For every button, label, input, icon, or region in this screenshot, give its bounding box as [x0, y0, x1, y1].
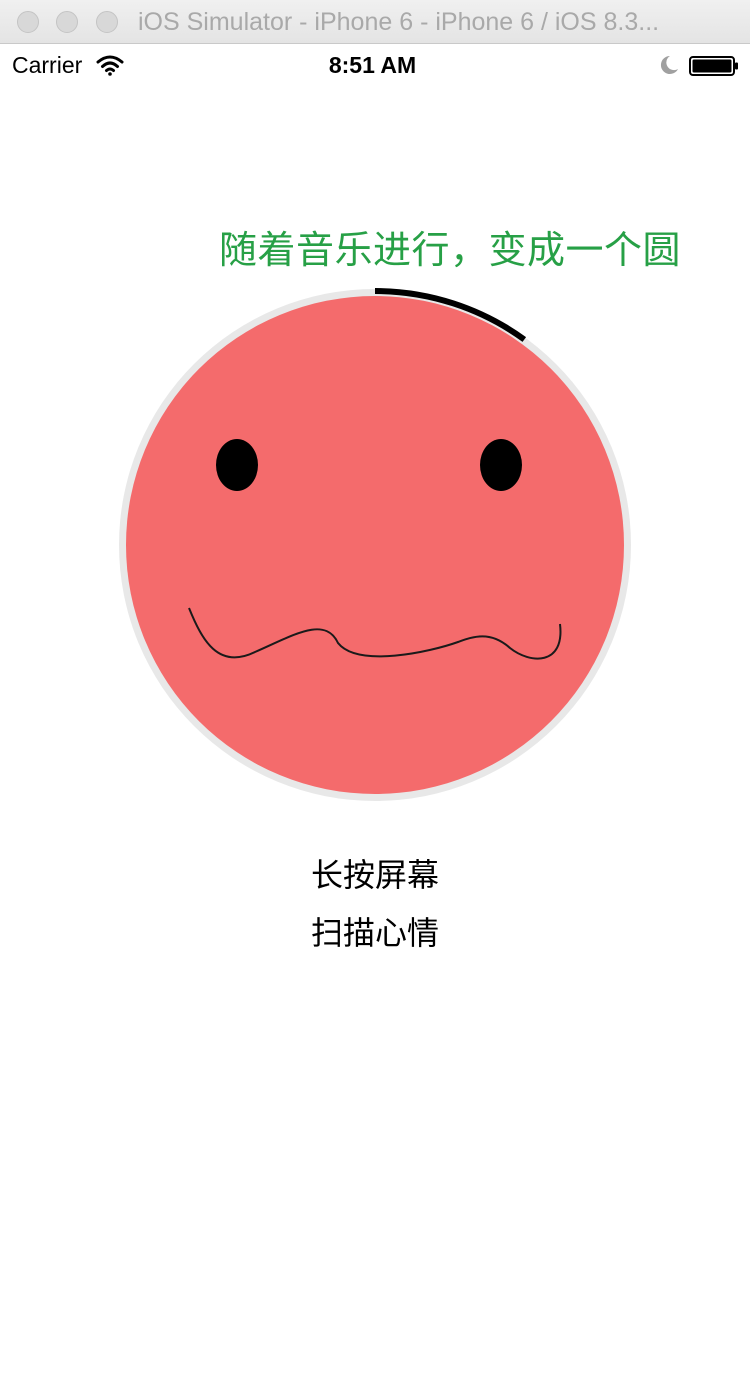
window-title: iOS Simulator - iPhone 6 - iPhone 6 / iO…: [138, 8, 660, 36]
ios-status-bar: Carrier 8:51 AM: [0, 44, 750, 86]
face-disc: [126, 296, 624, 794]
close-window-button[interactable]: [17, 11, 39, 33]
status-time: 8:51 AM: [328, 52, 417, 78]
hint-scan-mood: 扫描心情: [310, 915, 439, 951]
left-eye: [216, 439, 258, 491]
battery-icon: [689, 56, 738, 76]
simulator-window: iOS Simulator - iPhone 6 - iPhone 6 / iO…: [0, 0, 750, 1378]
moon-icon: [660, 55, 678, 74]
zoom-window-button[interactable]: [96, 11, 118, 33]
minimize-window-button[interactable]: [56, 11, 78, 33]
hint-long-press: 长按屏幕: [310, 857, 439, 893]
music-caption: 随着音乐进行，变成一个圆: [219, 230, 682, 272]
right-eye: [480, 439, 522, 491]
window-titlebar: iOS Simulator - iPhone 6 - iPhone 6 / iO…: [0, 0, 750, 44]
mood-face[interactable]: [110, 280, 640, 810]
